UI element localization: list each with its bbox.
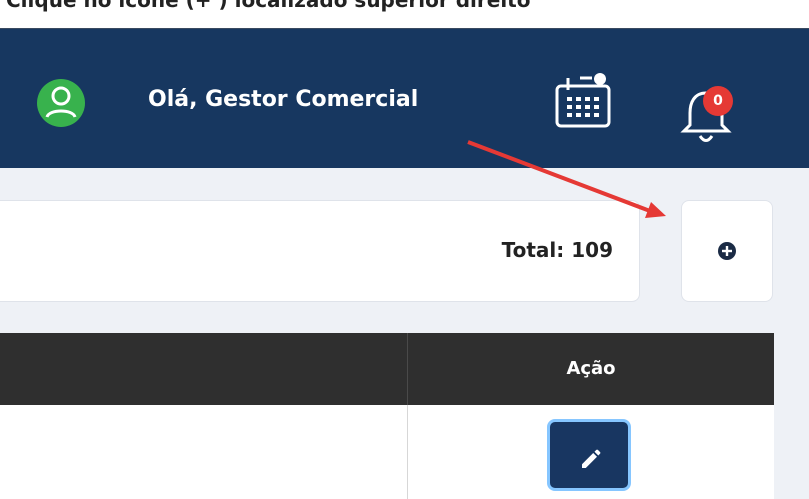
user-avatar-icon[interactable] bbox=[37, 79, 85, 127]
table-header: Ação bbox=[0, 333, 774, 405]
table-row bbox=[0, 405, 774, 499]
app-header: Olá, Gestor Comercial 0 bbox=[0, 28, 809, 169]
greeting-text: Olá, Gestor Comercial bbox=[148, 87, 419, 112]
pencil-icon bbox=[582, 449, 601, 468]
action-column-header: Ação bbox=[566, 358, 616, 379]
summary-card: Total: 109 bbox=[0, 200, 640, 302]
notification-badge: 0 bbox=[703, 86, 733, 116]
add-button[interactable] bbox=[681, 200, 773, 302]
calendar-icon[interactable] bbox=[552, 70, 616, 134]
row-divider bbox=[407, 405, 408, 499]
caption-text: Clique no ícone (+ ) localizado superior… bbox=[6, 0, 531, 12]
edit-button[interactable] bbox=[547, 419, 631, 491]
plus-circle-icon bbox=[718, 242, 736, 260]
caption-strip: Clique no ícone (+ ) localizado superior… bbox=[0, 0, 809, 28]
total-count: Total: 109 bbox=[501, 238, 613, 262]
